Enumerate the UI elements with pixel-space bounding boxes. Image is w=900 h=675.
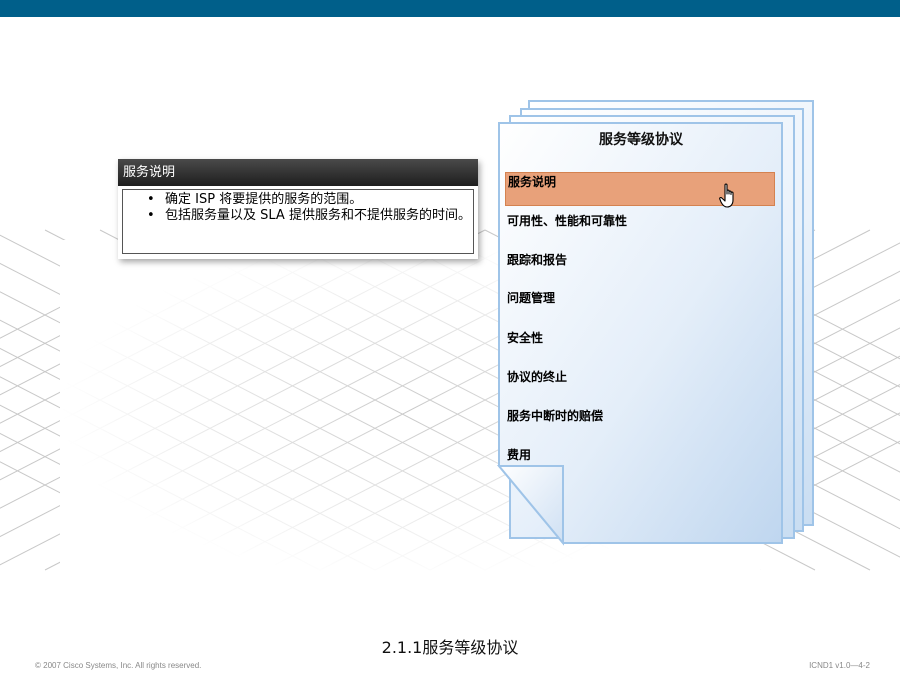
popup-title: 服务说明	[118, 159, 478, 186]
service-description-popup: 服务说明 • 确定 ISP 将要提供的服务的范围。 • 包括服务量以及 SLA …	[118, 159, 478, 259]
doc-item-compensation[interactable]: 服务中断时的赔偿	[505, 406, 775, 440]
hand-pointer-icon	[719, 183, 734, 208]
doc-item-problem-management[interactable]: 问题管理	[505, 288, 775, 322]
popup-body: • 确定 ISP 将要提供的服务的范围。 • 包括服务量以及 SLA 提供服务和…	[122, 189, 474, 254]
copyright-text: © 2007 Cisco Systems, Inc. All rights re…	[35, 661, 202, 670]
doc-item-fees[interactable]: 费用	[505, 445, 775, 479]
popup-bullet-text: 确定 ISP 将要提供的服务的范围。	[165, 192, 363, 207]
doc-item-security[interactable]: 安全性	[505, 328, 775, 362]
doc-item-tracking-reporting[interactable]: 跟踪和报告	[505, 250, 775, 284]
bullet-icon: •	[147, 192, 155, 207]
document-title: 服务等级协议	[599, 132, 683, 148]
bullet-icon: •	[147, 208, 155, 223]
slide-caption: 2.1.1服务等级协议	[381, 638, 519, 657]
popup-bullet-item: • 确定 ISP 将要提供的服务的范围。	[147, 192, 473, 208]
popup-bullet-text: 包括服务量以及 SLA 提供服务和不提供服务的时间。	[165, 208, 471, 223]
doc-item-termination[interactable]: 协议的终止	[505, 367, 775, 401]
doc-item-availability[interactable]: 可用性、性能和可靠性	[505, 211, 775, 245]
popup-bullet-item: • 包括服务量以及 SLA 提供服务和不提供服务的时间。	[147, 208, 473, 224]
course-code: ICND1 v1.0—4-2	[809, 661, 870, 670]
